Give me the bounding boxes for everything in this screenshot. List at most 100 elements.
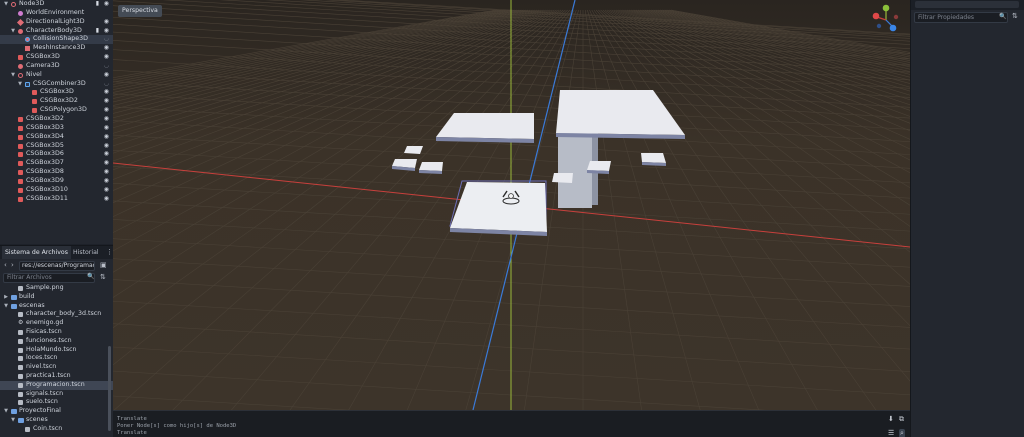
sort-icon[interactable]: ⇅ — [100, 273, 106, 281]
tree-node[interactable]: CSGBox3D ◉ — [0, 53, 113, 62]
eye-icon[interactable]: ◉ — [104, 18, 109, 27]
perspective-menu-button[interactable]: Perspectiva — [118, 5, 162, 17]
chevron-down-icon[interactable]: ▼ — [10, 416, 16, 425]
gizmo-x-handle[interactable] — [872, 12, 880, 20]
gizmo-neg-x-handle[interactable] — [893, 14, 899, 20]
tree-node[interactable]: CSGBox3D6 ◉ — [0, 150, 113, 159]
pin-icon[interactable]: ⬇ — [888, 415, 894, 423]
split-view-icon[interactable]: ▣ — [100, 261, 107, 269]
tab-history[interactable]: Historial — [70, 246, 102, 259]
file-item[interactable]: Fisicas.tscn — [0, 328, 113, 337]
file-item[interactable]: funciones.tscn — [0, 337, 113, 346]
tree-node[interactable]: DirectionalLight3D ◉ — [0, 18, 113, 27]
inspector-options-icon[interactable]: ⇅ — [1012, 12, 1018, 20]
tree-node[interactable]: CSGBox3D2 ◉ — [0, 97, 113, 106]
eye-icon[interactable]: ◉ — [104, 150, 109, 159]
gizmo-z-handle[interactable] — [889, 24, 897, 32]
file-item[interactable]: Programacion.tscn — [0, 380, 113, 390]
tree-node[interactable]: ▼ Nivel ◉ — [0, 71, 113, 80]
tree-node[interactable]: WorldEnvironment — [0, 9, 113, 18]
tree-node[interactable]: Camera3D ◡ — [0, 62, 113, 71]
folder-item[interactable]: ▼ scenes — [0, 416, 113, 425]
file-item[interactable]: ⚙ enemigo.gd — [0, 319, 113, 328]
folder-item[interactable]: ▼ escenas — [0, 302, 113, 311]
filter-properties-input[interactable]: Filtrar Propiedades — [914, 12, 1008, 23]
tree-node[interactable]: CSGBox3D7 ◉ — [0, 159, 113, 168]
eye-closed-icon[interactable]: ◡ — [104, 62, 109, 71]
file-item[interactable]: suelo.tscn — [0, 398, 113, 407]
file-item[interactable]: practica1.tscn — [0, 372, 113, 381]
eye-icon[interactable]: ◉ — [104, 71, 109, 80]
tree-node[interactable]: CSGBox3D3 ◉ — [0, 124, 113, 133]
file-item[interactable]: signals.tscn — [0, 390, 113, 399]
tree-node[interactable]: CSGBox3D8 ◉ — [0, 168, 113, 177]
upper-platform[interactable] — [436, 113, 534, 143]
gizmo-y-handle[interactable] — [882, 4, 890, 12]
tree-node[interactable]: CSGBox3D ◉ — [0, 88, 113, 97]
chevron-down-icon[interactable]: ▼ — [3, 0, 9, 9]
eye-icon[interactable]: ◉ — [104, 133, 109, 142]
file-item[interactable]: Sample.png — [0, 284, 113, 293]
viewport-canvas[interactable] — [113, 0, 910, 410]
eye-icon[interactable]: ◉ — [104, 88, 109, 97]
file-item[interactable]: Coin.tscn — [0, 425, 113, 434]
forward-arrow-icon[interactable]: › — [11, 261, 14, 269]
script-icon[interactable]: ▮ — [96, 27, 99, 36]
tree-node[interactable]: CSGBox3D4 ◉ — [0, 133, 113, 142]
eye-icon[interactable]: ◉ — [104, 168, 109, 177]
node-type-icon — [32, 99, 37, 105]
eye-icon[interactable]: ◉ — [104, 159, 109, 168]
file-item[interactable]: loces.tscn — [0, 354, 113, 363]
filesystem-scrollbar[interactable] — [108, 346, 111, 431]
path-field[interactable]: res://escenas/Programaci — [19, 261, 95, 271]
eye-icon[interactable]: ◉ — [104, 124, 109, 133]
eye-icon[interactable]: ◉ — [104, 186, 109, 195]
tree-node[interactable]: CSGBox3D9 ◉ — [0, 177, 113, 186]
eye-icon[interactable]: ◉ — [104, 27, 109, 36]
eye-icon[interactable]: ◉ — [104, 115, 109, 124]
file-item[interactable]: nivel.tscn — [0, 363, 113, 372]
tree-node[interactable]: ▼ CharacterBody3D ▮ ◉ — [0, 27, 113, 36]
filter-files-input[interactable]: Filtrar Archivos — [3, 273, 95, 283]
chevron-down-icon[interactable]: ▼ — [10, 71, 16, 80]
eye-icon[interactable]: ◉ — [104, 177, 109, 186]
tree-node[interactable]: CollisionShape3D ◡ — [0, 35, 113, 45]
tree-node[interactable]: MeshInstance3D ◉ — [0, 44, 113, 53]
eye-icon[interactable]: ◉ — [104, 142, 109, 151]
eye-closed-icon[interactable]: ◡ — [104, 35, 109, 44]
tree-node[interactable]: ▼ Node3D ▮ ◉ — [0, 0, 113, 9]
tree-node[interactable]: CSGBox3D10 ◉ — [0, 186, 113, 195]
eye-icon[interactable]: ◉ — [104, 106, 109, 115]
tree-node[interactable]: CSGBox3D5 ◉ — [0, 142, 113, 151]
eye-icon[interactable]: ◉ — [104, 44, 109, 53]
folder-item[interactable]: ▼ ProyectoFinal — [0, 407, 113, 416]
dock-menu-icon[interactable]: ⋮ — [106, 248, 113, 256]
3d-viewport[interactable]: Perspectiva — [113, 0, 910, 410]
spawn-platform[interactable] — [449, 180, 547, 236]
chevron-down-icon[interactable]: ▼ — [3, 407, 9, 416]
gizmo-neg-z-handle[interactable] — [876, 23, 882, 29]
chevron-down-icon[interactable]: ▼ — [10, 27, 16, 36]
copy-icon[interactable]: ⧉ — [899, 415, 904, 424]
file-item[interactable]: HolaMundo.tscn — [0, 346, 113, 355]
chevron-right-icon[interactable]: ▶ — [3, 293, 9, 302]
eye-icon[interactable]: ◉ — [104, 97, 109, 106]
eye-closed-icon[interactable]: ◡ — [104, 80, 109, 89]
tree-node[interactable]: CSGPolygon3D ◉ — [0, 106, 113, 115]
eye-icon[interactable]: ◉ — [104, 53, 109, 62]
eye-icon[interactable]: ◉ — [104, 195, 109, 204]
tree-node[interactable]: CSGBox3D2 ◉ — [0, 115, 113, 124]
tab-filesystem[interactable]: Sistema de Archivos — [2, 246, 71, 259]
inspector-object-bar[interactable] — [915, 1, 1019, 8]
file-item[interactable]: character_body_3d.tscn — [0, 310, 113, 319]
tree-node[interactable]: ▼ CSGCombiner3D ◡ — [0, 80, 113, 89]
folder-item[interactable]: ▶ build — [0, 293, 113, 302]
filter-lines-icon[interactable]: ☰ — [888, 429, 894, 437]
eye-icon[interactable]: ◉ — [104, 0, 109, 9]
chevron-down-icon[interactable]: ▼ — [3, 302, 9, 311]
back-arrow-icon[interactable]: ‹ — [4, 261, 7, 269]
search-output-icon[interactable]: ⌕ — [899, 429, 905, 437]
chevron-down-icon[interactable]: ▼ — [17, 80, 23, 89]
tree-node[interactable]: CSGBox3D11 ◉ — [0, 195, 113, 204]
script-icon[interactable]: ▮ — [96, 0, 99, 9]
